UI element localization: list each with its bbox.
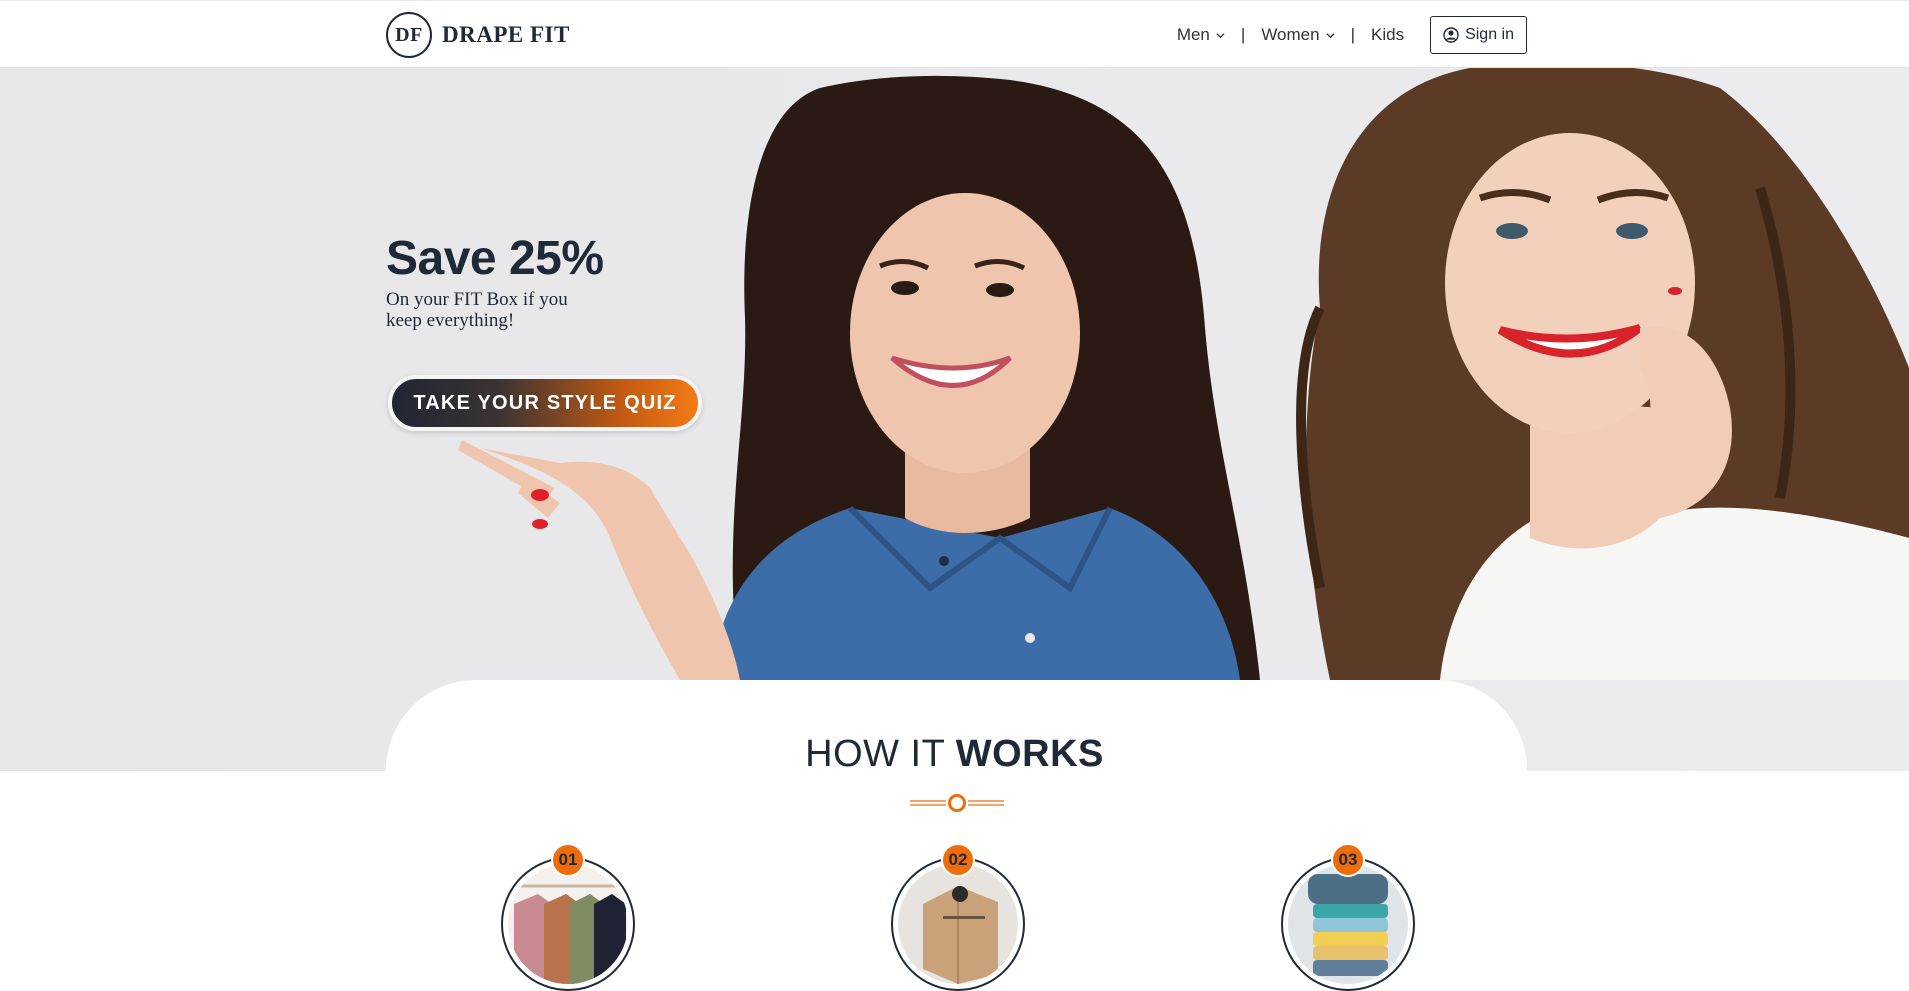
chevron-down-icon	[1216, 32, 1225, 38]
nav-separator: |	[1240, 25, 1246, 44]
logo-text: DRAPE FIT	[442, 22, 570, 47]
hero-title: Save 25%	[386, 232, 604, 285]
nav-separator: |	[1350, 25, 1355, 44]
step-number: 02	[941, 843, 975, 877]
logo-mark: DF	[386, 12, 432, 58]
style-quiz-button[interactable]: TAKE YOUR STYLE QUIZ	[388, 375, 702, 431]
nav-item-men[interactable]: Men	[1177, 25, 1225, 45]
clothes-rack-image	[508, 864, 628, 984]
sign-in-label: Sign in	[1465, 26, 1514, 43]
main-nav: Men | Women | Kids Sign in	[1177, 16, 1527, 54]
logo[interactable]: DF DRAPE FIT	[386, 12, 570, 58]
step-number: 03	[1331, 843, 1365, 877]
chevron-down-icon	[1326, 32, 1335, 38]
step-number: 01	[551, 843, 585, 877]
user-circle-icon	[1443, 27, 1459, 43]
nav-item-women[interactable]: Women	[1261, 25, 1335, 45]
woman-right	[1296, 68, 1909, 680]
site-header: DF DRAPE FIT Men | Women | Kids Sign in	[0, 0, 1909, 68]
step-image-frame	[1281, 857, 1415, 991]
how-it-works-title-light: HOW IT	[805, 733, 956, 775]
nav-item-kids[interactable]: Kids	[1371, 25, 1404, 45]
nav-label-men: Men	[1176, 25, 1210, 44]
how-it-works-title-bold: WORKS	[955, 733, 1104, 775]
folded-clothes-image	[1288, 864, 1408, 984]
step-image-frame	[501, 857, 635, 991]
step-1: 01	[501, 843, 635, 991]
hero-subtitle: On your FIT Box if you keep everything!	[386, 289, 568, 331]
fit-box-image	[898, 864, 1018, 984]
nav-label-women: Women	[1261, 25, 1320, 44]
section-divider-icon	[910, 794, 1004, 812]
hero-photo	[458, 68, 1909, 680]
step-2: 02	[891, 843, 1025, 991]
hero-banner: Save 25% On your FIT Box if you keep eve…	[0, 68, 1909, 771]
nav-label-kids: Kids	[1371, 25, 1405, 44]
step-3: 03	[1281, 843, 1415, 991]
how-it-works-title: HOW IT WORKS	[0, 733, 1909, 776]
step-image-frame	[891, 857, 1025, 991]
sign-in-button[interactable]: Sign in	[1430, 16, 1527, 54]
